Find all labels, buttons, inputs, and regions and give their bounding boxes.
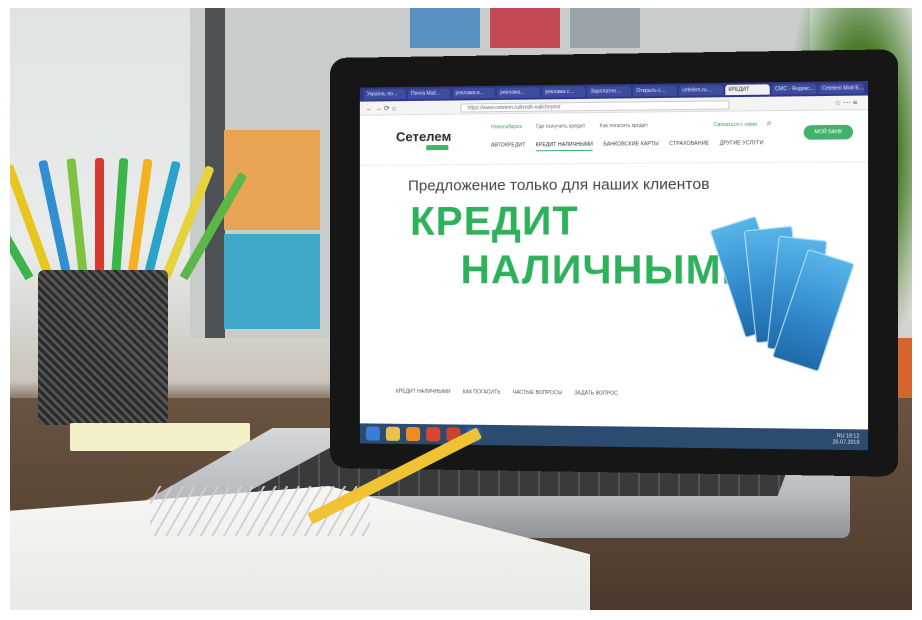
storage-box	[570, 8, 640, 48]
browser-tab[interactable]: Україна, по…	[363, 89, 407, 100]
laptop-screen: Україна, по… Почта Mail… реклама в… рекл…	[359, 80, 869, 451]
browser-tab[interactable]: реклама…	[497, 87, 541, 98]
taskbar-ie-icon[interactable]	[365, 426, 380, 441]
pencil-cup	[38, 270, 168, 425]
system-tray[interactable]: RU 19:12 26.07.2019	[833, 433, 860, 446]
my-bank-button[interactable]: МОЙ БАНК	[803, 124, 853, 140]
browser-tab[interactable]: Открыть с…	[633, 85, 677, 97]
search-icon[interactable]: ⌕	[767, 117, 772, 128]
storage-box	[490, 8, 560, 48]
promo-title-line1: КРЕДИТ	[410, 198, 579, 244]
browser-tab[interactable]: Зарплатно…	[587, 86, 632, 97]
banknotes-image	[709, 214, 855, 373]
taskbar-explorer-icon[interactable]	[385, 426, 400, 441]
browser-tab[interactable]: СМС - Яндекс…	[771, 83, 817, 95]
nav-item-active[interactable]: КРЕДИТ НАЛИЧНЫМИ	[535, 141, 594, 152]
browser-tab[interactable]: cetelem.ru…	[679, 84, 724, 96]
promo-title-line2: НАЛИЧНЫМИ	[460, 247, 754, 293]
browser-menu-icons[interactable]: ☆ ⋯ ≡	[834, 99, 857, 108]
sticky-notes	[70, 423, 250, 451]
header-top-links: Новосибирск Где получить кредит Как пога…	[491, 123, 648, 131]
main-nav: АВТОКРЕДИТ КРЕДИТ НАЛИЧНЫМИ БАНКОВСКИЕ К…	[491, 140, 764, 152]
photo: Україна, по… Почта Mail… реклама в… рекл…	[10, 8, 912, 610]
subnav-item[interactable]: ЧАСТЫЕ ВОПРОСЫ	[513, 390, 562, 397]
tray-date: 26.07.2019	[832, 439, 860, 446]
browser-tab[interactable]: реклама с…	[542, 86, 586, 98]
taskbar-chrome-icon[interactable]	[426, 427, 441, 442]
colored-pencils	[10, 157, 248, 281]
browser-tab[interactable]: Cetelem Мой Б…	[818, 83, 864, 95]
subnav-item[interactable]: КРЕДИТ НАЛИЧНЫМИ	[396, 389, 451, 396]
browser-tab[interactable]: Почта Mail…	[408, 88, 451, 100]
contact-link[interactable]: Связаться с нами	[714, 122, 757, 129]
laptop-lid: Україна, по… Почта Mail… реклама в… рекл…	[330, 49, 899, 477]
windows-taskbar: RU 19:12 26.07.2019	[359, 423, 869, 451]
nav-item[interactable]: АВТОКРЕДИТ	[491, 142, 525, 151]
header-link[interactable]: Где получить кредит	[536, 123, 585, 130]
promo-subtitle: Предложение только для наших клиентов	[408, 175, 710, 195]
browser-nav-icons[interactable]: ← → ⟳ ⌂	[366, 104, 396, 112]
subnav-item[interactable]: КАК ПОГАСИТЬ	[463, 389, 501, 395]
nav-item[interactable]: СТРАХОВАНИЕ	[669, 141, 709, 151]
storage-box-blue	[224, 234, 320, 329]
nav-item[interactable]: ДРУГИЕ УСЛУГИ	[720, 140, 764, 150]
site-logo[interactable]: Сетелем	[396, 129, 451, 145]
taskbar-media-icon[interactable]	[406, 426, 421, 442]
nav-item[interactable]: БАНКОВСКИЕ КАРТЫ	[603, 141, 658, 151]
page-subnav: КРЕДИТ НАЛИЧНЫМИ КАК ПОГАСИТЬ ЧАСТЫЕ ВОП…	[396, 389, 618, 397]
address-bar[interactable]: https://www.cetelem.ru/kredit-nalichnymi…	[460, 100, 730, 113]
browser-tab-active[interactable]: КРЕДИТ	[725, 84, 770, 96]
region-selector[interactable]: Новосибирск	[491, 124, 522, 130]
site-header: Сетелем Новосибирск Где получить кредит …	[359, 110, 869, 166]
header-link[interactable]: Как погасить кредит	[600, 123, 648, 130]
storage-box	[410, 8, 480, 48]
browser-tab[interactable]: реклама в…	[452, 87, 496, 99]
logo-underline	[426, 144, 449, 151]
subnav-item[interactable]: ЗАДАТЬ ВОПРОС	[574, 390, 617, 397]
